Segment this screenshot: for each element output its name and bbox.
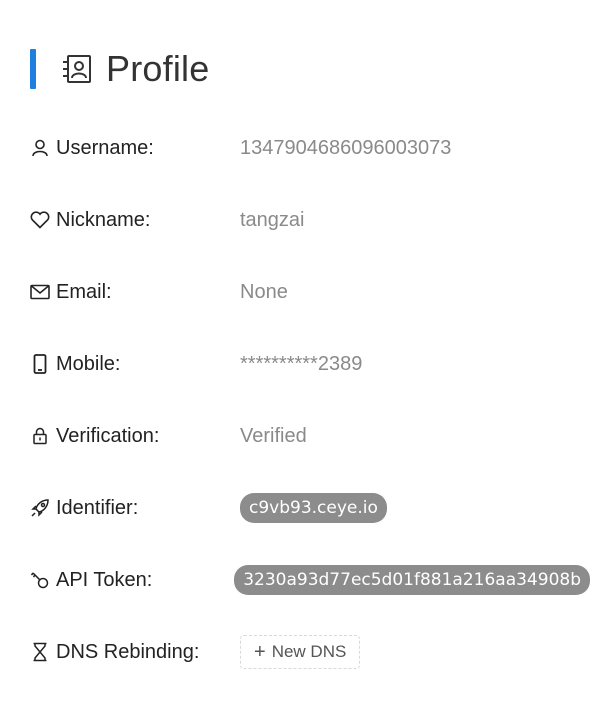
profile-header: Profile bbox=[30, 48, 209, 90]
rocket-icon bbox=[30, 498, 50, 518]
mobile-icon bbox=[30, 354, 50, 374]
identifier-value: c9vb93.ceye.io bbox=[240, 493, 387, 523]
username-label-text: Username: bbox=[56, 136, 154, 159]
dns-rebinding-row: DNS Rebinding: + New DNS bbox=[30, 616, 590, 688]
key-icon bbox=[30, 570, 50, 590]
new-dns-button[interactable]: + New DNS bbox=[240, 635, 361, 669]
new-dns-label: New DNS bbox=[271, 642, 347, 661]
dns-rebinding-label: DNS Rebinding: bbox=[30, 641, 240, 664]
lock-icon bbox=[30, 426, 50, 446]
mail-icon bbox=[30, 282, 50, 302]
contact-card-icon bbox=[60, 52, 94, 86]
api-token-row: API Token: 3230a93d77ec5d01f881a216aa349… bbox=[30, 544, 590, 616]
nickname-value: tangzai bbox=[240, 208, 305, 231]
identifier-label-text: Identifier: bbox=[56, 496, 139, 519]
verification-label: Verification: bbox=[30, 425, 240, 448]
api-token-label-text: API Token: bbox=[56, 568, 153, 591]
accent-bar bbox=[30, 49, 36, 89]
email-row: Email: None bbox=[30, 256, 590, 328]
plus-icon: + bbox=[254, 641, 266, 663]
mobile-label-text: Mobile: bbox=[56, 352, 121, 375]
username-row: Username: 1347904686096003073 bbox=[30, 112, 590, 184]
username-value: 1347904686096003073 bbox=[240, 136, 452, 159]
mobile-row: Mobile: **********2389 bbox=[30, 328, 590, 400]
mobile-value: **********2389 bbox=[240, 352, 363, 375]
verification-row: Verification: Verified bbox=[30, 400, 590, 472]
identifier-row: Identifier: c9vb93.ceye.io bbox=[30, 472, 590, 544]
dns-rebinding-label-text: DNS Rebinding: bbox=[56, 640, 200, 663]
mobile-label: Mobile: bbox=[30, 353, 240, 376]
email-label-text: Email: bbox=[56, 280, 112, 303]
nickname-label-text: Nickname: bbox=[56, 208, 151, 231]
hourglass-icon bbox=[30, 642, 50, 662]
email-label: Email: bbox=[30, 281, 240, 304]
user-icon bbox=[30, 138, 50, 158]
page-title: Profile bbox=[106, 48, 210, 89]
username-label: Username: bbox=[30, 137, 240, 160]
verification-value: Verified bbox=[240, 424, 307, 447]
email-value: None bbox=[240, 280, 288, 303]
nickname-row: Nickname: tangzai bbox=[30, 184, 590, 256]
api-token-label: API Token: bbox=[30, 569, 234, 592]
api-token-value: 3230a93d77ec5d01f881a216aa34908b bbox=[234, 565, 590, 595]
profile-fields: Username: 1347904686096003073 Nickname: … bbox=[30, 112, 590, 688]
verification-label-text: Verification: bbox=[56, 424, 160, 447]
heart-icon bbox=[30, 210, 50, 230]
identifier-label: Identifier: bbox=[30, 497, 240, 520]
nickname-label: Nickname: bbox=[30, 209, 240, 232]
